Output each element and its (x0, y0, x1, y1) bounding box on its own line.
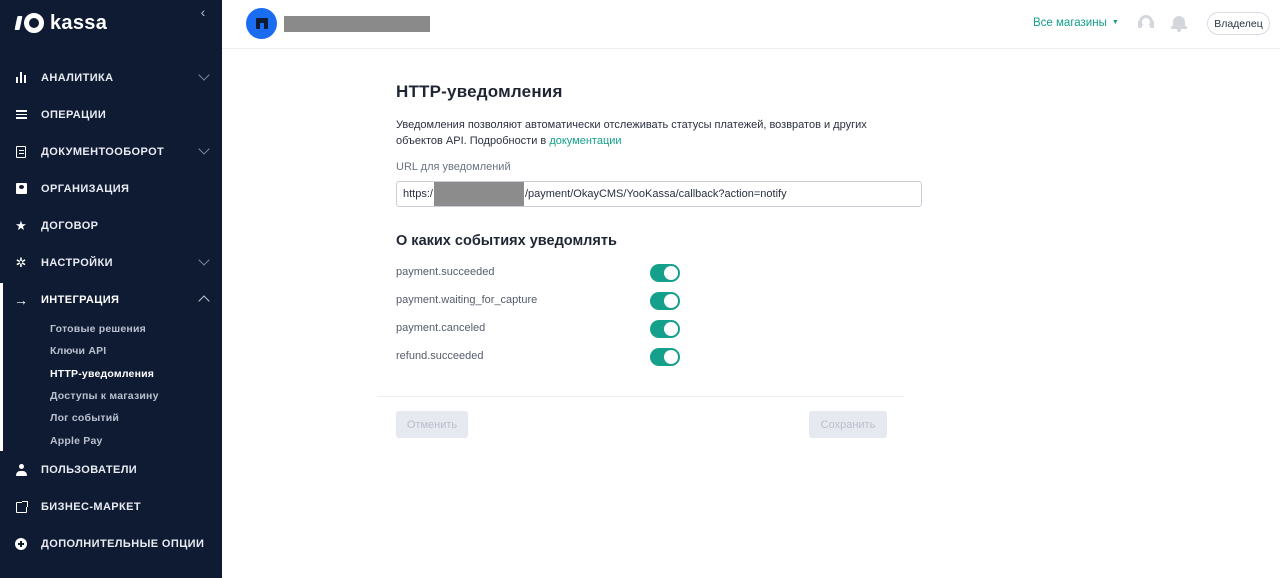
owner-role-button[interactable]: Владелец (1207, 12, 1270, 35)
chevron-up-icon (198, 295, 210, 307)
submenu-item-event-log[interactable]: Лог событий (50, 407, 222, 429)
submenu-item-apple-pay[interactable]: Apple Pay (50, 429, 222, 451)
support-headset-icon[interactable] (1137, 14, 1155, 32)
star-icon: ★ (15, 217, 27, 233)
list-icon (14, 108, 28, 122)
arrow-right-icon: → (14, 291, 28, 308)
submenu-item-http-notifications[interactable]: HTTP-уведомления (50, 363, 222, 385)
collapse-sidebar-button[interactable]: ‹ (196, 5, 210, 19)
sidebar-item-operations[interactable]: ОПЕРАЦИИ (0, 96, 222, 133)
plus-circle-icon (14, 537, 28, 551)
sidebar-item-settings[interactable]: ✲ НАСТРОЙКИ (0, 244, 222, 281)
sidebar-item-documents[interactable]: ДОКУМЕНТООБОРОТ (0, 133, 222, 170)
submenu-item-store-access[interactable]: Доступы к магазину (50, 385, 222, 407)
sidebar-item-users[interactable]: ПОЛЬЗОВАТЕЛИ (0, 452, 222, 489)
sidebar: kassa ‹ АНАЛИТИКА ОПЕРАЦИИ ДОКУМЕНТООБОР… (0, 0, 222, 578)
event-name: payment.succeeded (396, 266, 495, 278)
sidebar-nav: АНАЛИТИКА ОПЕРАЦИИ ДОКУМЕНТООБОРОТ ОРГАН… (0, 59, 222, 563)
url-domain-redacted (433, 182, 524, 206)
sidebar-item-label: ДОКУМЕНТООБОРОТ (41, 145, 165, 158)
external-link-icon (14, 500, 28, 514)
bell-icon[interactable] (1171, 14, 1187, 32)
event-name: refund.succeeded (396, 350, 484, 362)
notification-url-input[interactable]: https:/ /payment/OkayCMS/YooKassa/callbac… (396, 181, 922, 207)
chevron-down-icon (198, 69, 210, 81)
submenu-item-api-keys[interactable]: Ключи API (50, 340, 222, 362)
stores-dropdown[interactable]: Все магазины ▼ (1033, 17, 1119, 29)
id-card-icon (14, 182, 28, 196)
document-icon (14, 145, 28, 159)
events-section-title: О каких событиях уведомлять (396, 233, 617, 249)
top-bar: Все магазины ▼ Владелец (222, 0, 1280, 49)
chevron-down-icon (198, 143, 210, 155)
page-description: Уведомления позволяют автоматически отсл… (396, 117, 896, 149)
event-toggle[interactable] (650, 292, 680, 310)
event-row: refund.succeeded (396, 347, 686, 367)
event-row: payment.succeeded (396, 263, 686, 283)
sidebar-item-label: НАСТРОЙКИ (41, 256, 113, 269)
submenu-item-ready-solutions[interactable]: Готовые решения (50, 318, 222, 340)
caret-down-icon: ▼ (1111, 19, 1119, 26)
sidebar-item-organization[interactable]: ОРГАНИЗАЦИЯ (0, 170, 222, 207)
main-content: HTTP-уведомления Уведомления позволяют а… (222, 50, 1280, 578)
sidebar-item-label: ОПЕРАЦИИ (41, 108, 107, 121)
event-toggle[interactable] (650, 264, 680, 282)
form-divider (377, 396, 904, 397)
bar-chart-icon (14, 71, 28, 85)
url-path: /payment/OkayCMS/YooKassa/callback?actio… (524, 188, 787, 200)
shop-name-redacted (284, 16, 430, 32)
sidebar-item-additional-options[interactable]: ДОПОЛНИТЕЛЬНЫЕ ОПЦИИ (0, 526, 222, 563)
gear-icon: ✲ (15, 254, 27, 270)
toggle-knob (664, 322, 678, 336)
sidebar-item-label: ДОГОВОР (41, 219, 99, 232)
page-title: HTTP-уведомления (396, 82, 563, 101)
toggle-knob (664, 294, 678, 308)
event-name: payment.waiting_for_capture (396, 294, 538, 306)
sidebar-item-label: ИНТЕГРАЦИЯ (41, 293, 120, 306)
sidebar-item-label: ДОПОЛНИТЕЛЬНЫЕ ОПЦИИ (41, 538, 205, 551)
sidebar-item-label: АНАЛИТИКА (41, 71, 114, 84)
sidebar-item-integration[interactable]: → ИНТЕГРАЦИЯ (0, 281, 222, 318)
url-prefix: https:/ (403, 188, 433, 200)
description-text: Уведомления позволяют автоматически отсл… (396, 119, 867, 147)
sidebar-item-business-market[interactable]: БИЗНЕС-МАРКЕТ (0, 489, 222, 526)
stores-dropdown-label: Все магазины (1033, 17, 1107, 29)
event-toggle[interactable] (650, 348, 680, 366)
integration-submenu: Готовые решения Ключи API HTTP-уведомлен… (0, 318, 222, 452)
shop-avatar[interactable] (246, 8, 277, 39)
user-icon (14, 463, 28, 477)
sidebar-item-label: БИЗНЕС-МАРКЕТ (41, 501, 142, 514)
store-icon (255, 18, 268, 29)
yookassa-logo[interactable]: kassa (14, 11, 107, 35)
chevron-down-icon (198, 254, 210, 266)
sidebar-item-label: ПОЛЬЗОВАТЕЛИ (41, 464, 138, 477)
event-name: payment.canceled (396, 322, 486, 334)
event-row: payment.canceled (396, 319, 686, 339)
toggle-knob (664, 350, 678, 364)
sidebar-item-analytics[interactable]: АНАЛИТИКА (0, 59, 222, 96)
yoomoney-logo-icon (14, 12, 44, 34)
documentation-link[interactable]: документации (549, 135, 621, 147)
event-row: payment.waiting_for_capture (396, 291, 686, 311)
toggle-knob (664, 266, 678, 280)
sidebar-item-contract[interactable]: ★ ДОГОВОР (0, 207, 222, 244)
event-toggle[interactable] (650, 320, 680, 338)
logo-text: kassa (50, 11, 108, 34)
save-button[interactable]: Сохранить (809, 411, 887, 438)
url-field-label: URL для уведомлений (396, 161, 511, 173)
cancel-button[interactable]: Отменить (396, 411, 468, 438)
sidebar-item-label: ОРГАНИЗАЦИЯ (41, 182, 130, 195)
